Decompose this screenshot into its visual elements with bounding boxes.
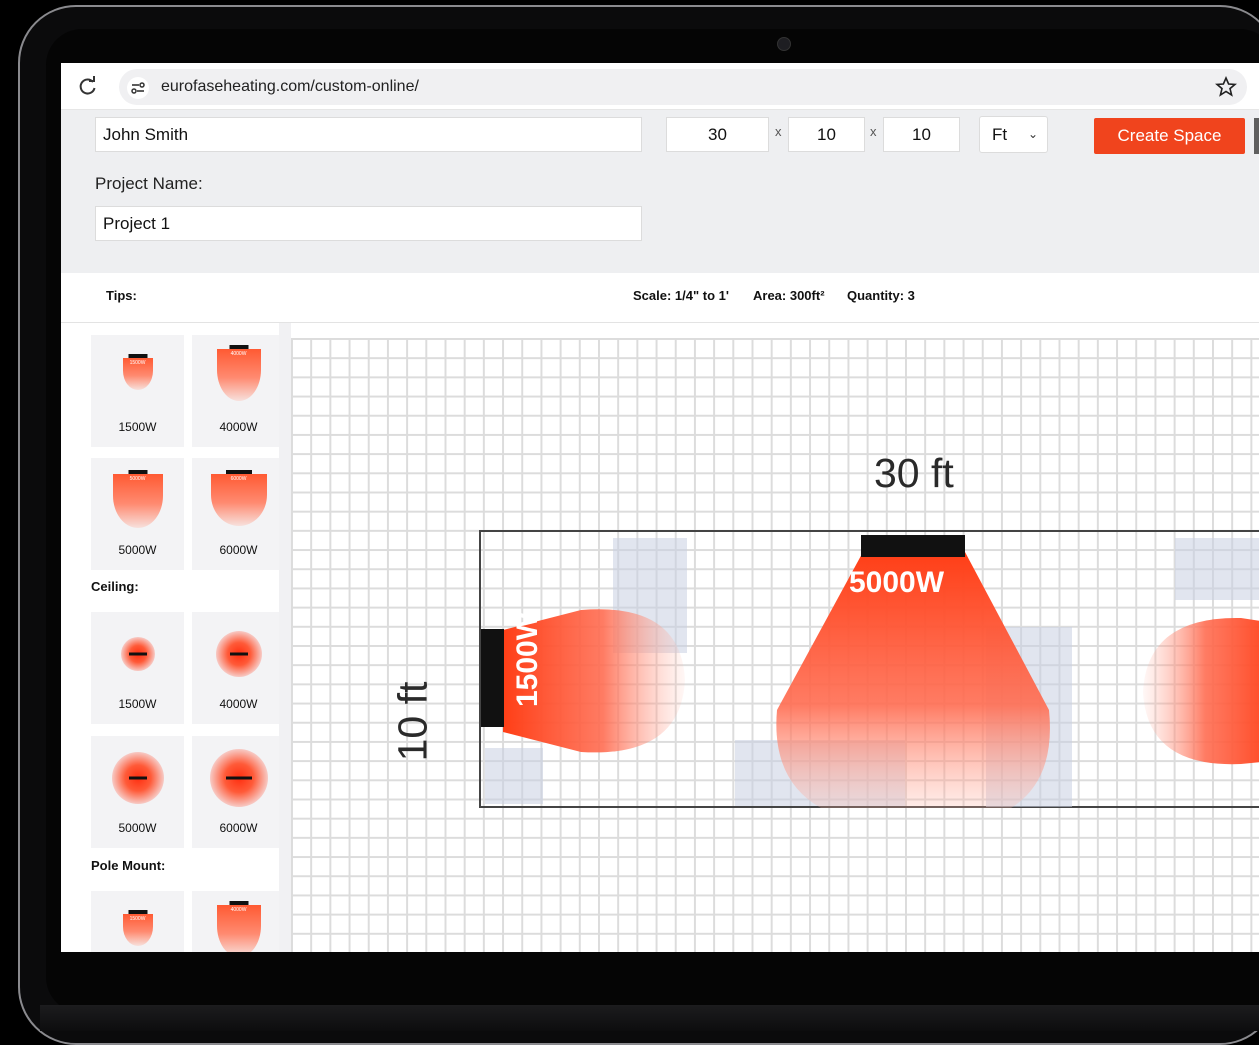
bookmark-star-icon[interactable] <box>1214 75 1238 98</box>
heater-tag: 5000W <box>129 476 146 482</box>
heater-tag: 4000W <box>230 907 247 913</box>
heater-tile-5000w[interactable]: 5000W 5000W <box>91 458 184 570</box>
browser-toolbar: eurofaseheating.com/custom-online/ <box>61 63 1259 110</box>
reload-icon[interactable] <box>77 75 99 97</box>
create-space-button[interactable]: Create Space <box>1094 118 1245 154</box>
heater-tile-4000w[interactable]: 4000W 4000W <box>192 335 285 447</box>
heater-tile-6000w[interactable]: 6000W 6000W <box>192 458 285 570</box>
room-width-dimension: 30 ft <box>874 450 954 496</box>
palette-divider <box>279 323 291 952</box>
tile-label: 1500W <box>118 697 157 711</box>
room-depth-dimension: 10 ft <box>389 681 436 762</box>
site-settings-icon[interactable] <box>127 77 149 99</box>
pole-tile-4000w[interactable]: 4000W <box>192 891 285 952</box>
secondary-button[interactable] <box>1254 118 1259 154</box>
ceiling-tile-5000w[interactable]: 5000W <box>91 736 184 848</box>
heater-mount-bar <box>225 776 252 780</box>
tile-label: 4000W <box>219 697 258 711</box>
url-text: eurofaseheating.com/custom-online/ <box>161 78 419 95</box>
times-symbol: x <box>775 124 782 139</box>
area-readout: Area: 300ft² <box>753 288 825 303</box>
tips-label: Tips: <box>106 288 137 303</box>
heater-tile-1500w[interactable]: 1500W 1500W <box>91 335 184 447</box>
tile-label: 5000W <box>118 821 157 835</box>
project-form: John Smith 30 x 10 x 10 Ft ⌄ Create Spac… <box>61 110 1259 273</box>
room-height-field[interactable]: 10 <box>883 117 960 152</box>
project-name-label: Project Name: <box>95 174 203 193</box>
ceiling-tile-4000w[interactable]: 4000W <box>192 612 285 724</box>
chevron-down-icon: ⌄ <box>1027 127 1038 141</box>
quantity-readout: Quantity: 3 <box>847 288 915 303</box>
heater-5000w-icon: 5000W <box>112 474 163 528</box>
room-outline: 1500W 5000W <box>479 530 1259 808</box>
address-bar[interactable]: eurofaseheating.com/custom-online/ <box>119 69 1247 105</box>
scale-readout: Scale: 1/4" to 1' <box>633 288 729 303</box>
heater-tag: 1500W <box>129 916 146 922</box>
laptop-base <box>40 1005 1259 1031</box>
heater-mount-bar <box>128 776 147 780</box>
tile-label: 4000W <box>219 420 258 434</box>
heater-tag: 1500W <box>129 360 146 366</box>
placed-heater-label: 1500W <box>511 611 544 707</box>
heater-mount-bar <box>128 652 147 656</box>
browser-window: eurofaseheating.com/custom-online/ John … <box>61 63 1259 952</box>
floor-plan-canvas[interactable]: 30 ft 10 ft 1500W 5000W <box>291 338 1259 952</box>
room-length-field[interactable]: 30 <box>666 117 769 152</box>
ceiling-tile-6000w[interactable]: 6000W <box>192 736 285 848</box>
pole-tile-1500w[interactable]: 1500W <box>91 891 184 952</box>
heater-mount-bar <box>229 652 248 656</box>
heater-1500w-icon: 1500W <box>122 358 153 390</box>
pole-heater-4000w-icon: 4000W <box>216 905 261 952</box>
tile-label: 5000W <box>118 543 157 557</box>
tile-label: 6000W <box>219 543 258 557</box>
placed-heater-label: 5000W <box>849 566 945 599</box>
unit-value: Ft <box>992 125 1008 144</box>
unit-select[interactable]: Ft ⌄ <box>979 116 1048 153</box>
furniture-block <box>1175 538 1259 600</box>
customer-name-field[interactable]: John Smith <box>95 117 642 152</box>
placed-heater-right[interactable] <box>1141 616 1259 768</box>
ceiling-section-title: Ceiling: <box>91 579 139 594</box>
project-name-field[interactable]: Project 1 <box>95 206 642 241</box>
ceiling-tile-1500w[interactable]: 1500W <box>91 612 184 724</box>
heater-palette: 1500W 1500W 4000W 4000W 5000W 5000W 6000… <box>61 323 285 952</box>
heater-tag: 6000W <box>230 476 247 482</box>
tile-label: 1500W <box>118 420 157 434</box>
webcam <box>777 37 791 51</box>
info-bar: Tips: Scale: 1/4" to 1' Area: 300ft² Qua… <box>61 274 1259 323</box>
times-symbol: x <box>870 124 877 139</box>
heater-6000w-icon: 6000W <box>210 474 267 526</box>
heater-4000w-icon: 4000W <box>216 349 261 401</box>
pole-heater-1500w-icon: 1500W <box>122 914 153 946</box>
heater-tag: 4000W <box>230 351 247 357</box>
room-width-field[interactable]: 10 <box>788 117 865 152</box>
pole-mount-section-title: Pole Mount: <box>91 858 166 873</box>
tile-label: 6000W <box>219 821 258 835</box>
